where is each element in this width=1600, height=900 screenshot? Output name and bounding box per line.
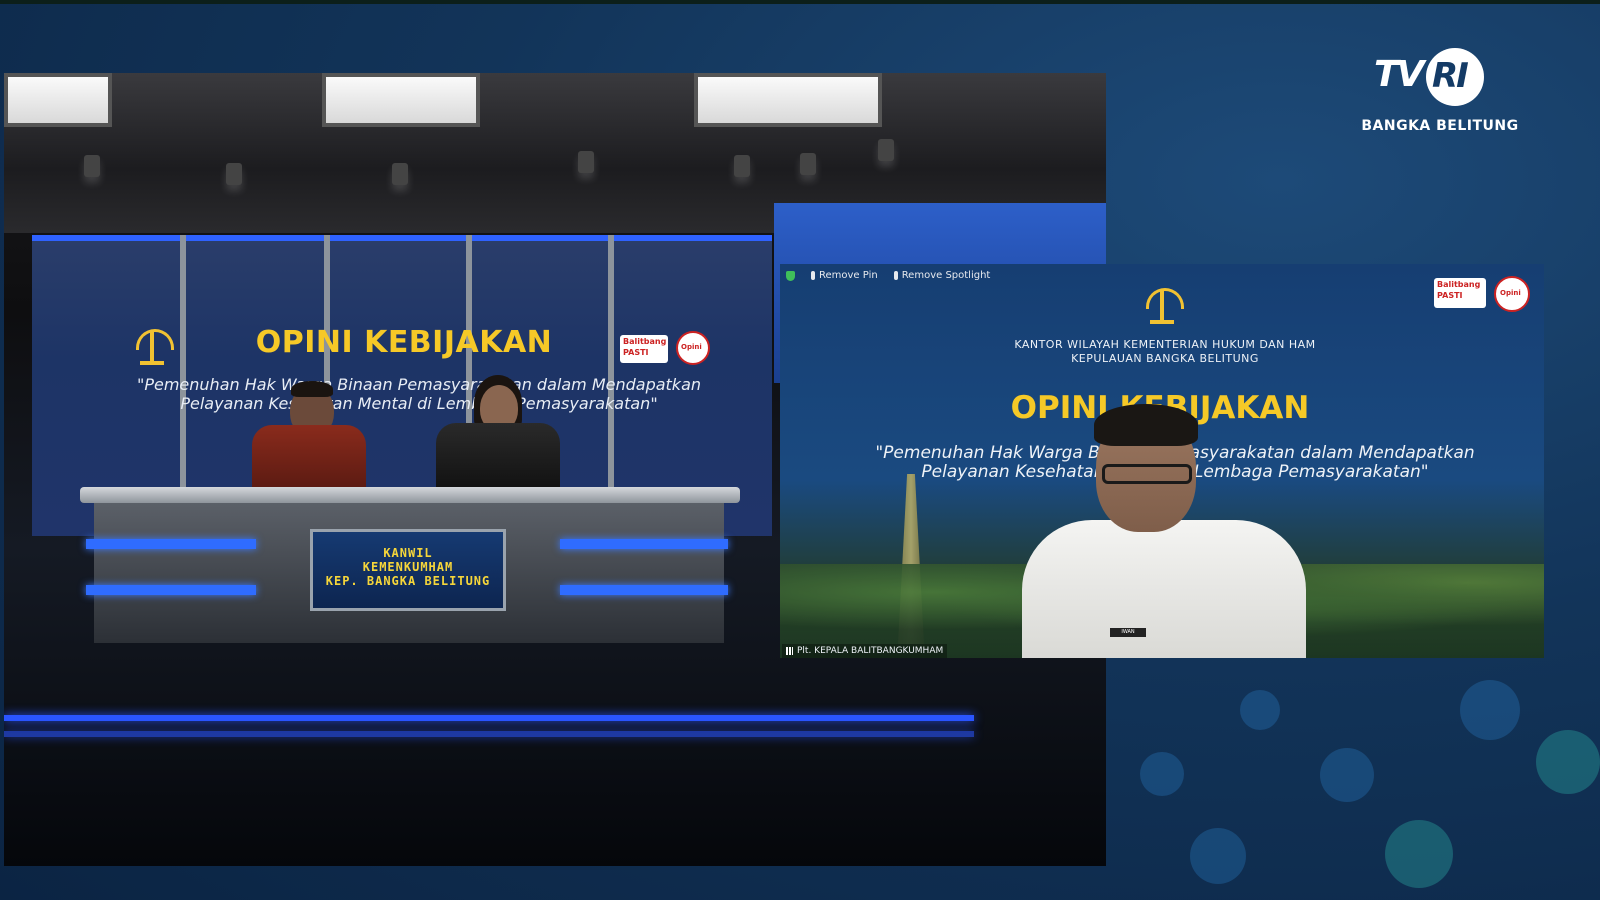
spotlight-icon (893, 271, 898, 280)
logo-tv-text: TV (1374, 54, 1424, 95)
remove-pin-button[interactable]: Remove Pin (811, 270, 878, 281)
desk-top (80, 487, 740, 503)
spotlight (578, 151, 594, 173)
bokeh-circle (1385, 820, 1453, 888)
balitbang-logo: Balitbang PASTI (620, 335, 668, 363)
desk-text-line: KEP. BANGKA BELITUNG (325, 574, 491, 588)
spotlight (392, 163, 408, 185)
remove-spotlight-label: Remove Spotlight (901, 270, 991, 281)
top-border (0, 0, 1600, 4)
logo-region: BANGKA BELITUNG (1361, 118, 1519, 134)
floor-light-strip (4, 731, 974, 737)
floor-light-strip (4, 715, 974, 721)
remove-pin-label: Remove Pin (819, 270, 878, 281)
spotlight (84, 155, 100, 177)
opini-logo: Opini (676, 331, 710, 365)
bokeh-circle (1460, 680, 1520, 740)
opini-logo: Opini (1494, 276, 1530, 312)
logo-ri-text: RI (1432, 56, 1469, 96)
desk-light-strip (560, 539, 728, 549)
desk-display: KANWIL KEMENKUMHAM KEP. BANGKA BELITUNG (310, 529, 506, 611)
org-line: KEPULAUAN BANGKA BELITUNG (1071, 352, 1259, 365)
speaker-shirt (1022, 520, 1306, 658)
speaker-glasses (1102, 464, 1192, 484)
studio-topic: "Pemenuhan Hak Warga Binaan Pemasyarakat… (136, 375, 702, 413)
bokeh-circle (1536, 730, 1600, 794)
security-shield-icon[interactable] (786, 270, 795, 281)
bokeh-circle (1240, 690, 1280, 730)
desk-text-line: KEMENKUMHAM (362, 560, 454, 574)
call-toolbar: Remove Pin Remove Spotlight (786, 270, 990, 281)
balitbang-logo: Balitbang PASTI (1434, 278, 1486, 308)
remove-spotlight-button[interactable]: Remove Spotlight (893, 270, 991, 281)
bokeh-circle (1190, 828, 1246, 884)
bokeh-circle (1140, 752, 1184, 796)
bokeh-circle (1320, 748, 1374, 802)
organization-name: KANTOR WILAYAH KEMENTERIAN HUKUM DAN HAM… (940, 338, 1390, 366)
ceiling-light (4, 73, 112, 127)
tvri-logo: TV RI BANGKA BELITUNG (1360, 48, 1520, 134)
video-call-window: Remove Pin Remove Spotlight KANTOR WILAY… (780, 264, 1544, 658)
spotlight (800, 153, 816, 175)
kemenkumham-crest-icon (1142, 282, 1184, 326)
org-line: KANTOR WILAYAH KEMENTERIAN HUKUM DAN HAM (1014, 338, 1316, 351)
speaker-hair (1094, 404, 1198, 446)
pin-icon (811, 271, 815, 280)
desk-light-strip (86, 585, 256, 595)
spotlight (878, 139, 894, 161)
spotlight (226, 163, 242, 185)
participant-name: Plt. KEPALA BALITBANGKUMHAM (797, 646, 944, 656)
speaker-nametag: IWAN (1110, 628, 1146, 637)
desk-text-line: KANWIL (383, 546, 433, 560)
spotlight (734, 155, 750, 177)
ceiling-light (694, 73, 882, 127)
ceiling-light (322, 73, 480, 127)
studio-program-title: OPINI KEBIJAKAN (255, 325, 553, 360)
signal-bars-icon (786, 647, 793, 655)
desk-light-strip (86, 539, 256, 549)
desk-light-strip (560, 585, 728, 595)
participant-label: Plt. KEPALA BALITBANGKUMHAM (782, 644, 948, 658)
